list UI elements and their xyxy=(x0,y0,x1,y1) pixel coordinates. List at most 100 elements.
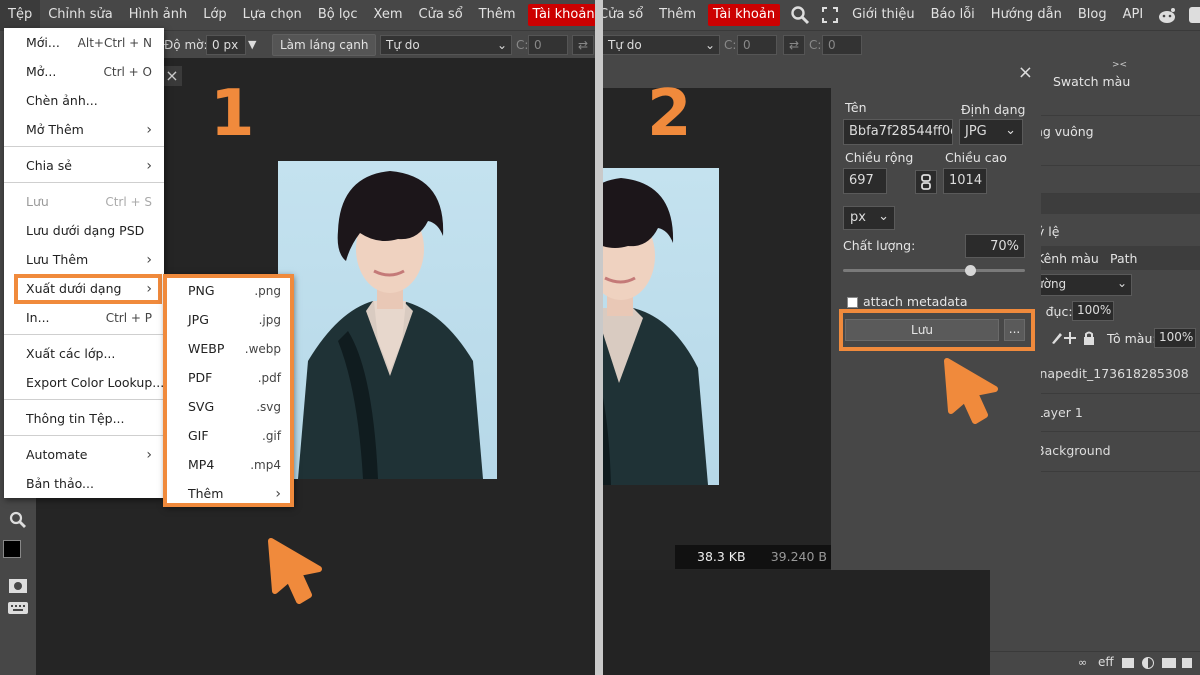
lock-icons[interactable] xyxy=(1032,331,1102,349)
portrait-preview xyxy=(603,168,719,485)
adjustment-icon[interactable] xyxy=(1142,657,1154,669)
feather-input[interactable]: 0 px xyxy=(206,35,246,55)
mode-select[interactable]: Tự do ⌄ xyxy=(380,35,512,55)
quick-mask-icon[interactable] xyxy=(9,579,27,597)
width-input[interactable]: 0 xyxy=(528,35,568,55)
fullscreen-icon[interactable] xyxy=(822,4,839,26)
close-dialog-icon[interactable]: × xyxy=(1018,62,1033,83)
export-webp[interactable]: WEBP .webp xyxy=(164,334,293,363)
export-jpg[interactable]: JPG .jpg xyxy=(164,305,293,334)
metadata-checkbox[interactable] xyxy=(847,297,858,308)
link-layers-icon[interactable]: ∞ xyxy=(1078,656,1087,669)
width-label: C: xyxy=(724,38,737,52)
quality-input[interactable]: 70% xyxy=(965,234,1025,258)
account-button[interactable]: Tài khoản xyxy=(708,4,781,26)
foreground-color-swatch[interactable] xyxy=(3,540,21,558)
menu-item-open-more[interactable]: Mở Thêm › xyxy=(4,115,164,144)
export-mp4[interactable]: MP4 .mp4 xyxy=(164,450,293,479)
export-gif[interactable]: GIF .gif xyxy=(164,421,293,450)
menu-layer[interactable]: Lớp xyxy=(195,0,234,30)
menu-item-save-psd[interactable]: Lưu dưới dạng PSD xyxy=(4,216,164,245)
refine-edge-button[interactable]: Làm láng cạnh xyxy=(272,34,377,56)
zoom-tool-icon[interactable] xyxy=(8,510,28,534)
menu-file[interactable]: Tệp xyxy=(0,0,41,30)
reddit-icon[interactable] xyxy=(1157,4,1177,26)
link-dimensions-icon[interactable] xyxy=(915,170,937,194)
format-ext: .jpg xyxy=(258,312,281,327)
menu-item-label: Automate xyxy=(26,447,88,462)
menu-more[interactable]: Thêm xyxy=(471,0,524,30)
menu-edit[interactable]: Chỉnh sửa xyxy=(40,0,121,30)
menu-filter[interactable]: Bộ lọc xyxy=(310,0,366,30)
menu-item-new[interactable]: Mới... Alt+Ctrl + N xyxy=(4,28,164,57)
export-svg[interactable]: SVG .svg xyxy=(164,392,293,421)
width-input[interactable]: 697 xyxy=(843,168,887,194)
height-input[interactable]: 0 xyxy=(822,35,862,55)
menu-divider xyxy=(4,334,164,335)
collapse-icon[interactable]: >< xyxy=(1112,60,1127,70)
menu-item-automate[interactable]: Automate › xyxy=(4,440,164,469)
format-select[interactable]: JPG ⌄ xyxy=(959,119,1023,145)
menu-item-share[interactable]: Chia sẻ › xyxy=(4,151,164,180)
search-icon[interactable] xyxy=(790,4,810,26)
link-report-bug[interactable]: Báo lỗi xyxy=(923,0,983,30)
menu-window[interactable]: Cửa sổ xyxy=(603,0,651,30)
link-guide[interactable]: Hướng dẫn xyxy=(983,0,1070,30)
quality-slider-track[interactable] xyxy=(843,265,1025,276)
menu-item-insert-image[interactable]: Chèn ảnh... xyxy=(4,86,164,115)
menu-item-drafts[interactable]: Bản thảo... xyxy=(4,469,164,498)
feather-dropdown-icon[interactable]: ▼ xyxy=(248,38,256,51)
menu-item-file-info[interactable]: Thông tin Tệp... xyxy=(4,404,164,433)
width-input[interactable]: 0 xyxy=(737,35,777,55)
step-number: 1 xyxy=(210,77,255,151)
export-settings-panel: Tên Bbfa7f28544ff0c Định dạng JPG ⌄ Chiều… xyxy=(831,88,1041,570)
menu-window[interactable]: Cửa sổ xyxy=(411,0,471,30)
link-about[interactable]: Giới thiệu xyxy=(844,0,923,30)
export-more[interactable]: Thêm › xyxy=(164,479,293,508)
save-button[interactable]: Lưu xyxy=(845,319,999,341)
menu-item-label: Mới... xyxy=(26,35,60,50)
menu-item-label: In... xyxy=(26,310,50,325)
tab-channels[interactable]: Kênh màu xyxy=(1036,251,1099,266)
mode-select-value: Tự do xyxy=(386,38,420,52)
mask-icon[interactable] xyxy=(1122,658,1134,668)
blend-mode-select[interactable]: ường ⌄ xyxy=(1030,274,1132,296)
menu-item-label: Mở... xyxy=(26,64,57,79)
link-blog[interactable]: Blog xyxy=(1070,0,1115,30)
account-button[interactable]: Tài khoản xyxy=(527,4,595,26)
mode-select[interactable]: Tự do ⌄ xyxy=(603,35,720,55)
height-input[interactable]: 1014 xyxy=(943,168,987,194)
keyboard-icon[interactable] xyxy=(8,602,28,618)
folder-icon[interactable] xyxy=(1162,658,1176,668)
tab-paths[interactable]: Path xyxy=(1110,251,1137,266)
menu-item-open[interactable]: Mở... Ctrl + O xyxy=(4,57,164,86)
menu-item-export-as[interactable]: Xuất dưới dạng › xyxy=(4,274,164,303)
menu-view[interactable]: Xem xyxy=(366,0,411,30)
new-layer-icon[interactable] xyxy=(1182,658,1192,668)
menu-select[interactable]: Lựa chọn xyxy=(235,0,310,30)
menu-item-export-layers[interactable]: Xuất các lớp... xyxy=(4,339,164,368)
menu-item-save[interactable]: Lưu Ctrl + S xyxy=(4,187,164,216)
menu-item-print[interactable]: In... Ctrl + P xyxy=(4,303,164,332)
unit-select[interactable]: px ⌄ xyxy=(843,206,895,230)
effects-icon[interactable]: eff xyxy=(1098,655,1114,669)
menu-item-label: Export Color Lookup... xyxy=(26,375,165,390)
menu-more[interactable]: Thêm xyxy=(651,0,704,30)
link-api[interactable]: API xyxy=(1115,0,1152,30)
social-icon[interactable] xyxy=(1189,4,1200,26)
close-doc-icon[interactable]: × xyxy=(162,66,182,86)
menu-item-save-more[interactable]: Lưu Thêm › xyxy=(4,245,164,274)
opacity-input[interactable]: 100% xyxy=(1072,301,1114,321)
menu-item-export-color-lookup[interactable]: Export Color Lookup... xyxy=(4,368,164,397)
fill-input[interactable]: 100% xyxy=(1154,328,1196,348)
quality-slider-thumb[interactable] xyxy=(965,265,977,276)
swatch-tab[interactable]: Swatch màu xyxy=(1053,74,1130,89)
export-png[interactable]: PNG .png xyxy=(164,276,293,305)
more-options-button[interactable]: ... xyxy=(1004,319,1025,341)
export-pdf[interactable]: PDF .pdf xyxy=(164,363,293,392)
format-label: JPG xyxy=(188,312,209,327)
swap-icon[interactable]: ⇄ xyxy=(572,35,594,55)
swap-icon[interactable]: ⇄ xyxy=(783,35,805,55)
menu-image[interactable]: Hình ảnh xyxy=(121,0,195,30)
filename-input[interactable]: Bbfa7f28544ff0c xyxy=(843,119,953,145)
